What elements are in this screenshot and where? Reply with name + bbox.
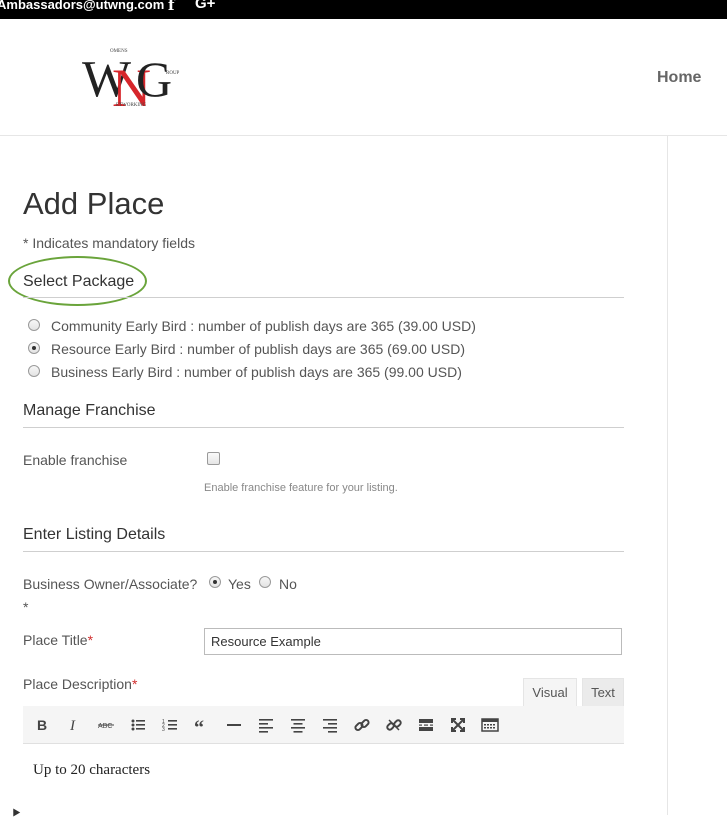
numbered-list-icon[interactable]: 123 — [155, 706, 185, 743]
svg-text:B: B — [37, 717, 47, 733]
section-title-manage-franchise: Manage Franchise — [23, 402, 156, 419]
required-asterisk: * — [131, 676, 138, 692]
svg-text:ROUP: ROUP — [166, 71, 180, 76]
bold-icon[interactable]: B — [27, 706, 57, 743]
tab-text[interactable]: Text — [582, 678, 624, 707]
section-divider — [23, 551, 624, 552]
section-divider — [23, 297, 624, 298]
link-icon[interactable] — [347, 706, 377, 743]
nav-home-link[interactable]: Home — [657, 69, 701, 87]
unlink-icon[interactable] — [379, 706, 409, 743]
mandatory-note: * Indicates mandatory fields — [23, 235, 195, 251]
section-divider — [23, 427, 624, 428]
mouse-cursor-icon — [9, 806, 21, 817]
owner-no-label[interactable]: No — [279, 576, 297, 592]
place-description-label: Place Description* — [23, 676, 137, 692]
italic-icon[interactable]: I — [59, 706, 89, 743]
package-label-resource[interactable]: Resource Early Bird : number of publish … — [51, 341, 465, 357]
place-title-input[interactable]: Resource Example — [204, 628, 622, 655]
owner-no-radio[interactable] — [259, 576, 271, 588]
svg-text:OMENS: OMENS — [110, 49, 128, 54]
editor-content[interactable]: Up to 20 characters — [33, 762, 150, 779]
section-title-listing-details: Enter Listing Details — [23, 526, 166, 543]
facebook-icon[interactable]: f — [168, 0, 174, 14]
align-left-icon[interactable] — [251, 706, 281, 743]
toolbar-toggle-icon[interactable] — [475, 706, 505, 743]
sidebar-divider — [667, 136, 668, 815]
google-plus-icon[interactable]: G+ — [195, 0, 215, 12]
align-center-icon[interactable] — [283, 706, 313, 743]
blockquote-icon[interactable]: “ — [187, 706, 217, 743]
required-asterisk: * — [87, 632, 94, 648]
enable-franchise-label: Enable franchise — [23, 452, 128, 468]
fullscreen-icon[interactable] — [443, 706, 473, 743]
strikethrough-icon[interactable]: ABC — [91, 706, 121, 743]
package-label-business[interactable]: Business Early Bird : number of publish … — [51, 364, 462, 380]
place-title-label-text: Place Title — [23, 632, 88, 648]
section-title-select-package: Select Package — [23, 273, 135, 290]
required-asterisk: * — [23, 599, 29, 615]
business-owner-label: Business Owner/Associate? — [23, 576, 198, 592]
place-title-label: Place Title* — [23, 632, 93, 648]
package-radio-resource[interactable] — [28, 342, 40, 354]
read-more-icon[interactable] — [411, 706, 441, 743]
place-description-label-text: Place Description — [23, 676, 132, 692]
horizontal-line-icon[interactable] — [219, 706, 249, 743]
tab-visual[interactable]: Visual — [523, 678, 577, 707]
enable-franchise-checkbox[interactable] — [207, 452, 220, 465]
svg-text:ABC: ABC — [98, 723, 112, 730]
svg-text:I: I — [69, 718, 76, 733]
owner-yes-label[interactable]: Yes — [228, 576, 251, 592]
bullet-list-icon[interactable] — [123, 706, 153, 743]
page-title: Add Place — [23, 186, 165, 221]
franchise-help-text: Enable franchise feature for your listin… — [204, 482, 398, 494]
owner-yes-radio[interactable] — [209, 576, 221, 588]
package-radio-business[interactable] — [28, 365, 40, 377]
top-bar: Ambassadors@utwng.com f G+ — [0, 0, 727, 19]
site-logo[interactable]: W N G OMENS ROUP ETWORKING — [82, 44, 182, 118]
svg-text:G: G — [136, 51, 172, 107]
svg-text:“: “ — [194, 717, 204, 733]
contact-email-link[interactable]: Ambassadors@utwng.com — [0, 0, 164, 12]
editor-toolbar: B I ABC 123 “ — [23, 706, 624, 744]
align-right-icon[interactable] — [315, 706, 345, 743]
site-header: W N G OMENS ROUP ETWORKING Home — [0, 19, 727, 136]
package-label-community[interactable]: Community Early Bird : number of publish… — [51, 318, 476, 334]
svg-text:ETWORKING: ETWORKING — [116, 103, 147, 108]
package-radio-community[interactable] — [28, 319, 40, 331]
svg-text:3: 3 — [162, 727, 165, 733]
